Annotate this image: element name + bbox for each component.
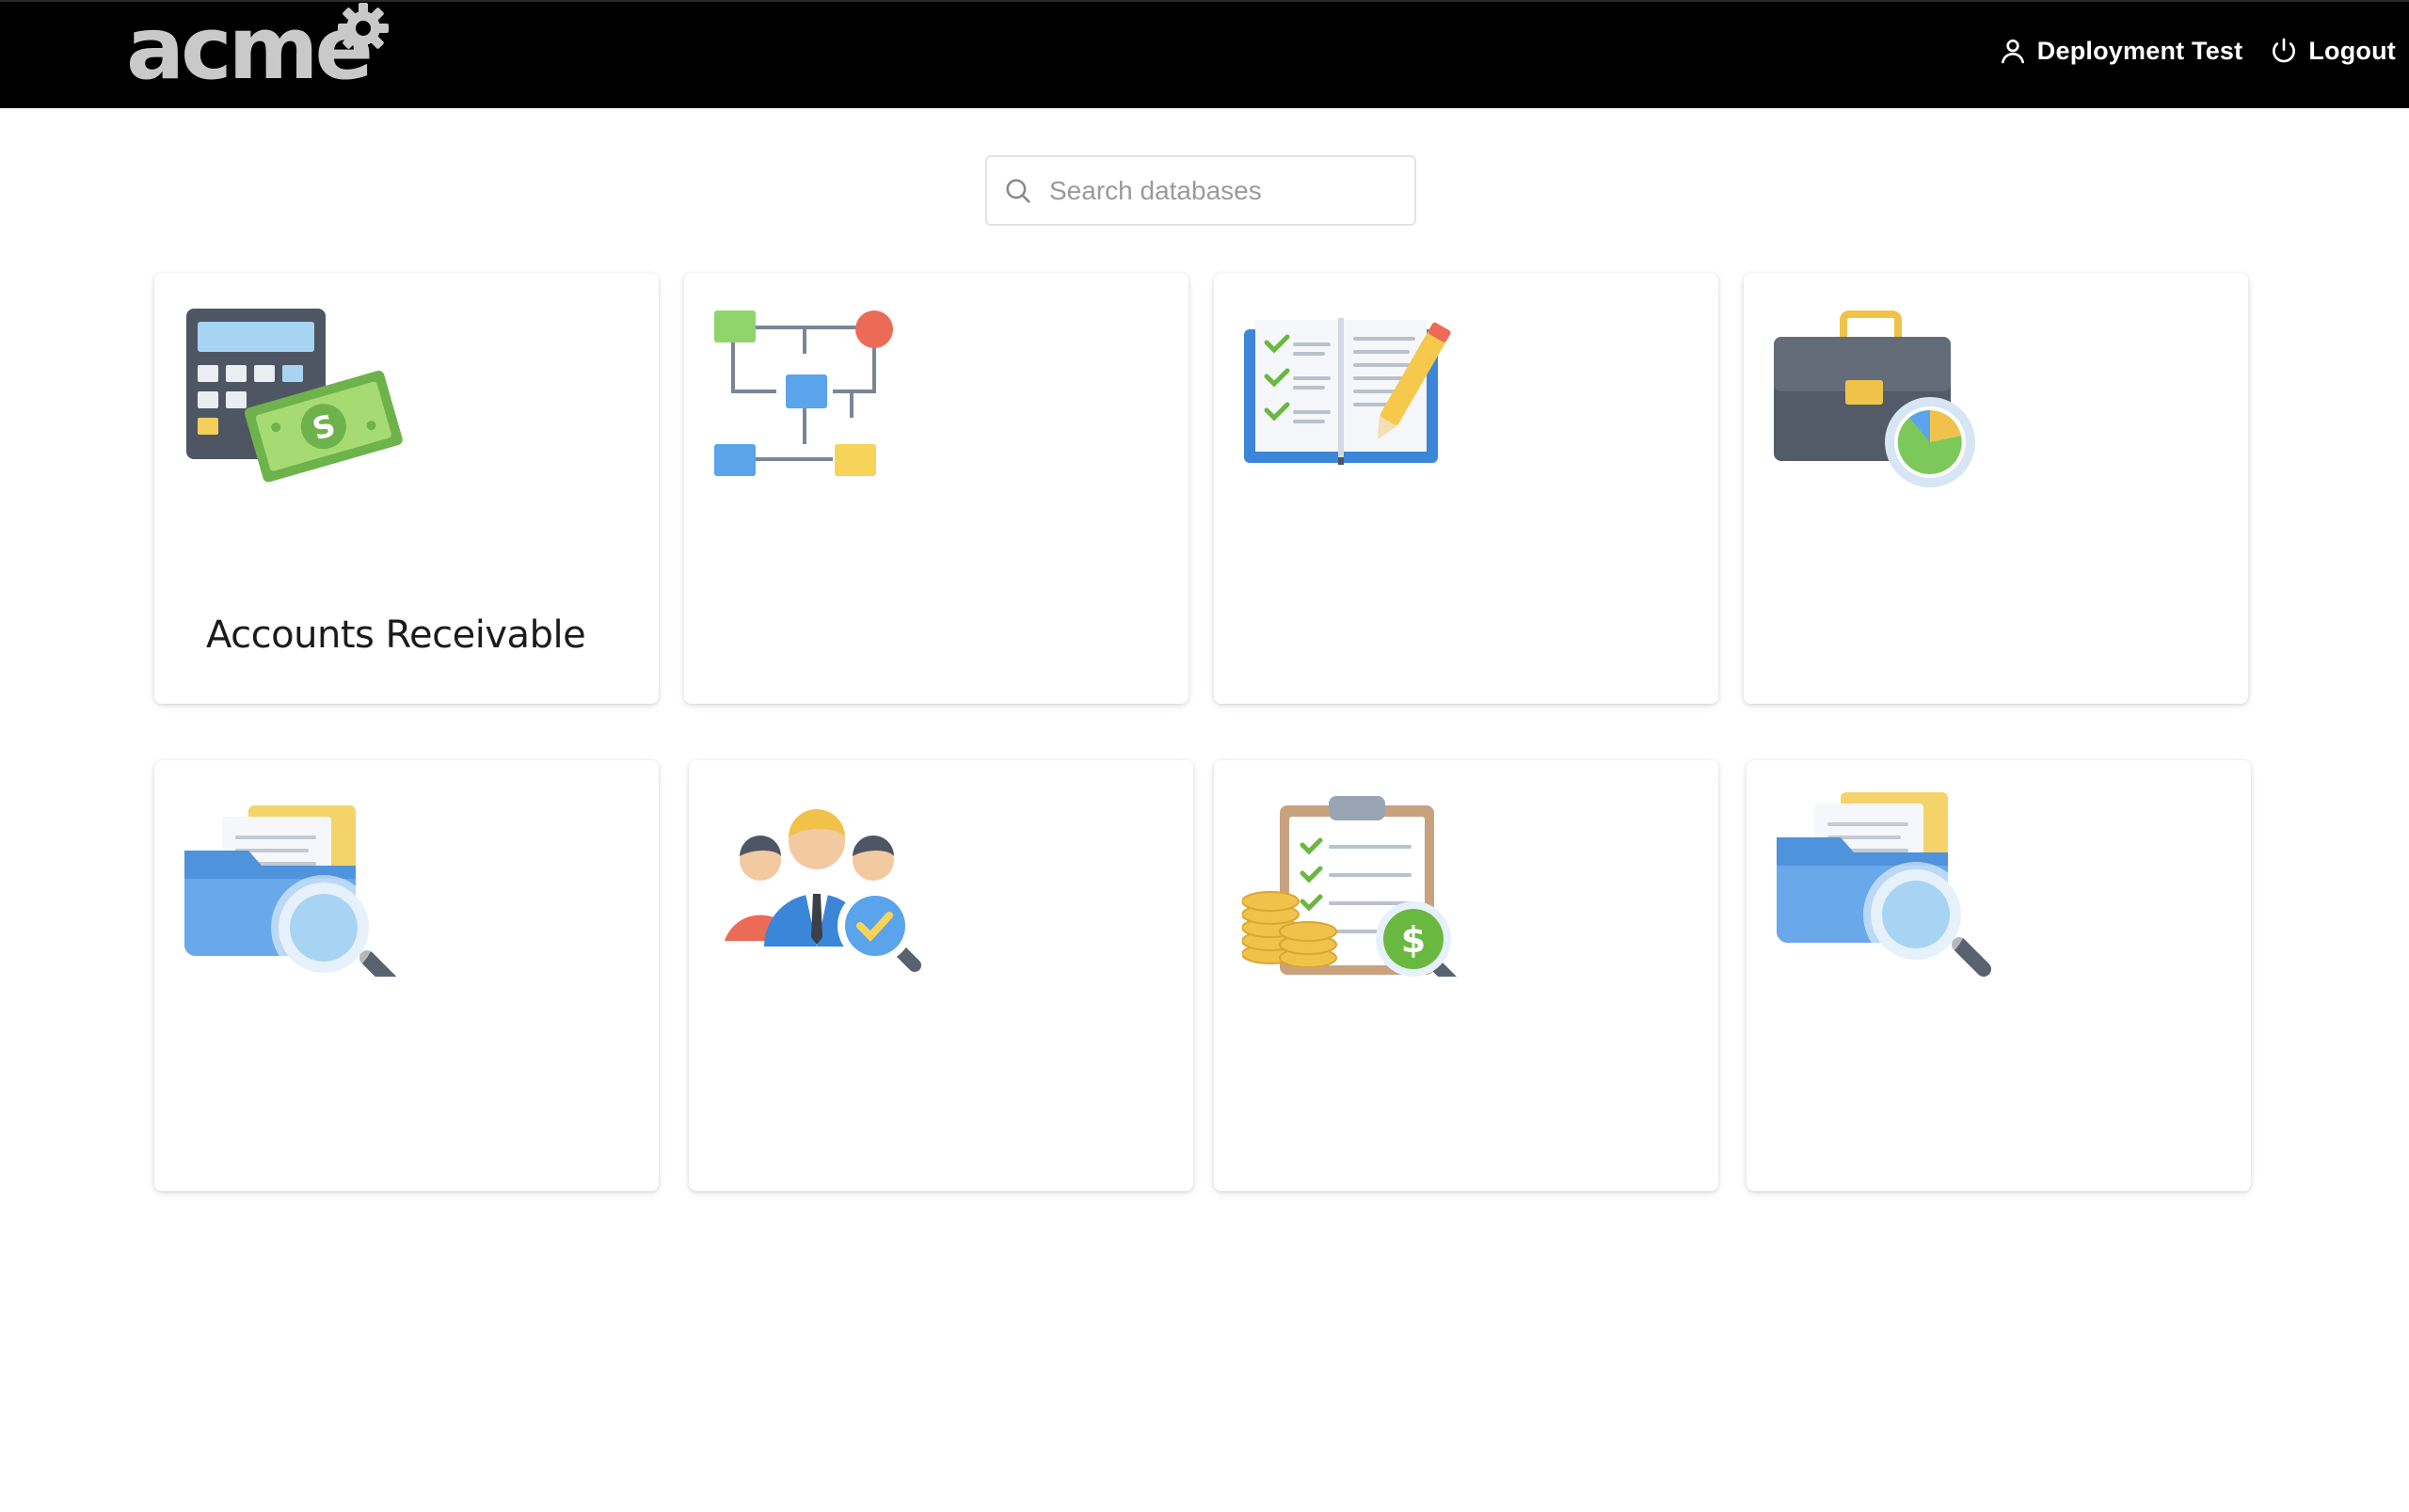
folder-search-icon [1777, 792, 1991, 977]
checklist-book-icon [1244, 318, 1451, 465]
folder-search-icon [184, 805, 397, 977]
logo-text: acme [126, 0, 374, 99]
acme-logo[interactable]: acme [126, 2, 399, 107]
search-box[interactable] [985, 155, 1416, 226]
database-card-4[interactable] [1744, 273, 2248, 704]
database-card-6[interactable] [689, 760, 1193, 1191]
calculator-money-icon: S [186, 309, 403, 483]
database-card-accounts-receivable[interactable]: S Accounts Receivable [154, 273, 659, 704]
briefcase-chart-icon [1774, 310, 1975, 487]
flowchart-icon [714, 310, 893, 476]
svg-text:$: $ [1401, 919, 1426, 961]
database-card-3[interactable] [1214, 273, 1718, 704]
user-menu: Deployment Test Logout [1998, 32, 2396, 70]
database-card-5[interactable] [154, 760, 659, 1191]
logout-label: Logout [2308, 36, 2396, 65]
database-card-8[interactable] [1747, 760, 2251, 1191]
team-approval-icon [725, 809, 921, 972]
database-card-7[interactable]: $ [1214, 760, 1718, 1191]
search-icon [1006, 178, 1030, 203]
power-icon [2273, 38, 2296, 63]
clipboard-finance-icon: $ [1242, 796, 1457, 977]
top-bar: acme Deployment Test Logout [0, 0, 2409, 108]
search-input[interactable] [1049, 175, 1388, 206]
user-icon [2001, 40, 2024, 64]
gear-icon [338, 3, 389, 54]
logout-button[interactable]: Logout [2269, 36, 2396, 66]
database-card-label: Accounts Receivable [206, 613, 586, 657]
user-name: Deployment Test [2036, 36, 2243, 65]
database-card-2[interactable] [684, 273, 1189, 704]
user-profile-link[interactable]: Deployment Test [1998, 36, 2243, 66]
